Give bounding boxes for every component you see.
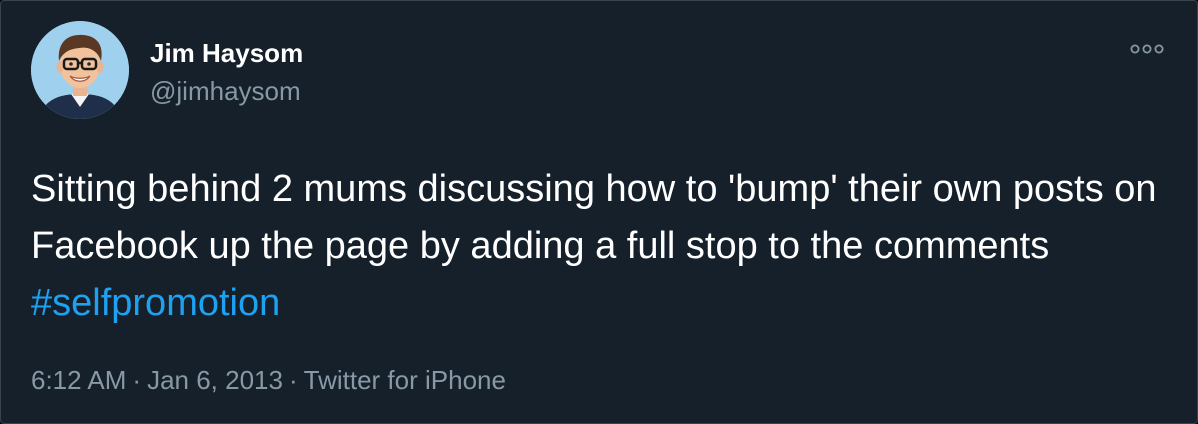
tweet-body: Sitting behind 2 mums discussing how to … [31,168,1157,267]
author-name[interactable]: Jim Haysom [150,37,303,69]
tweet-time[interactable]: 6:12 AM [31,365,126,395]
more-options-button[interactable] [1127,37,1167,61]
author-handle[interactable]: @jimhaysom [150,75,301,107]
tweet-date[interactable]: Jan 6, 2013 [147,365,283,395]
tweet-metadata: 6:12 AM · Jan 6, 2013 · Twitter for iPhone [31,363,506,397]
avatar-illustration-icon [31,21,129,119]
tweet-card: Jim Haysom @jimhaysom Sitting behind 2 m… [0,0,1198,424]
tweet-text: Sitting behind 2 mums discussing how to … [31,161,1181,332]
hashtag-link[interactable]: #selfpromotion [31,282,280,324]
tweet-source[interactable]: Twitter for iPhone [304,365,506,395]
avatar[interactable] [31,21,129,119]
more-options-icon [1130,44,1164,54]
meta-separator: · [132,365,142,395]
meta-separator: · [288,365,298,395]
